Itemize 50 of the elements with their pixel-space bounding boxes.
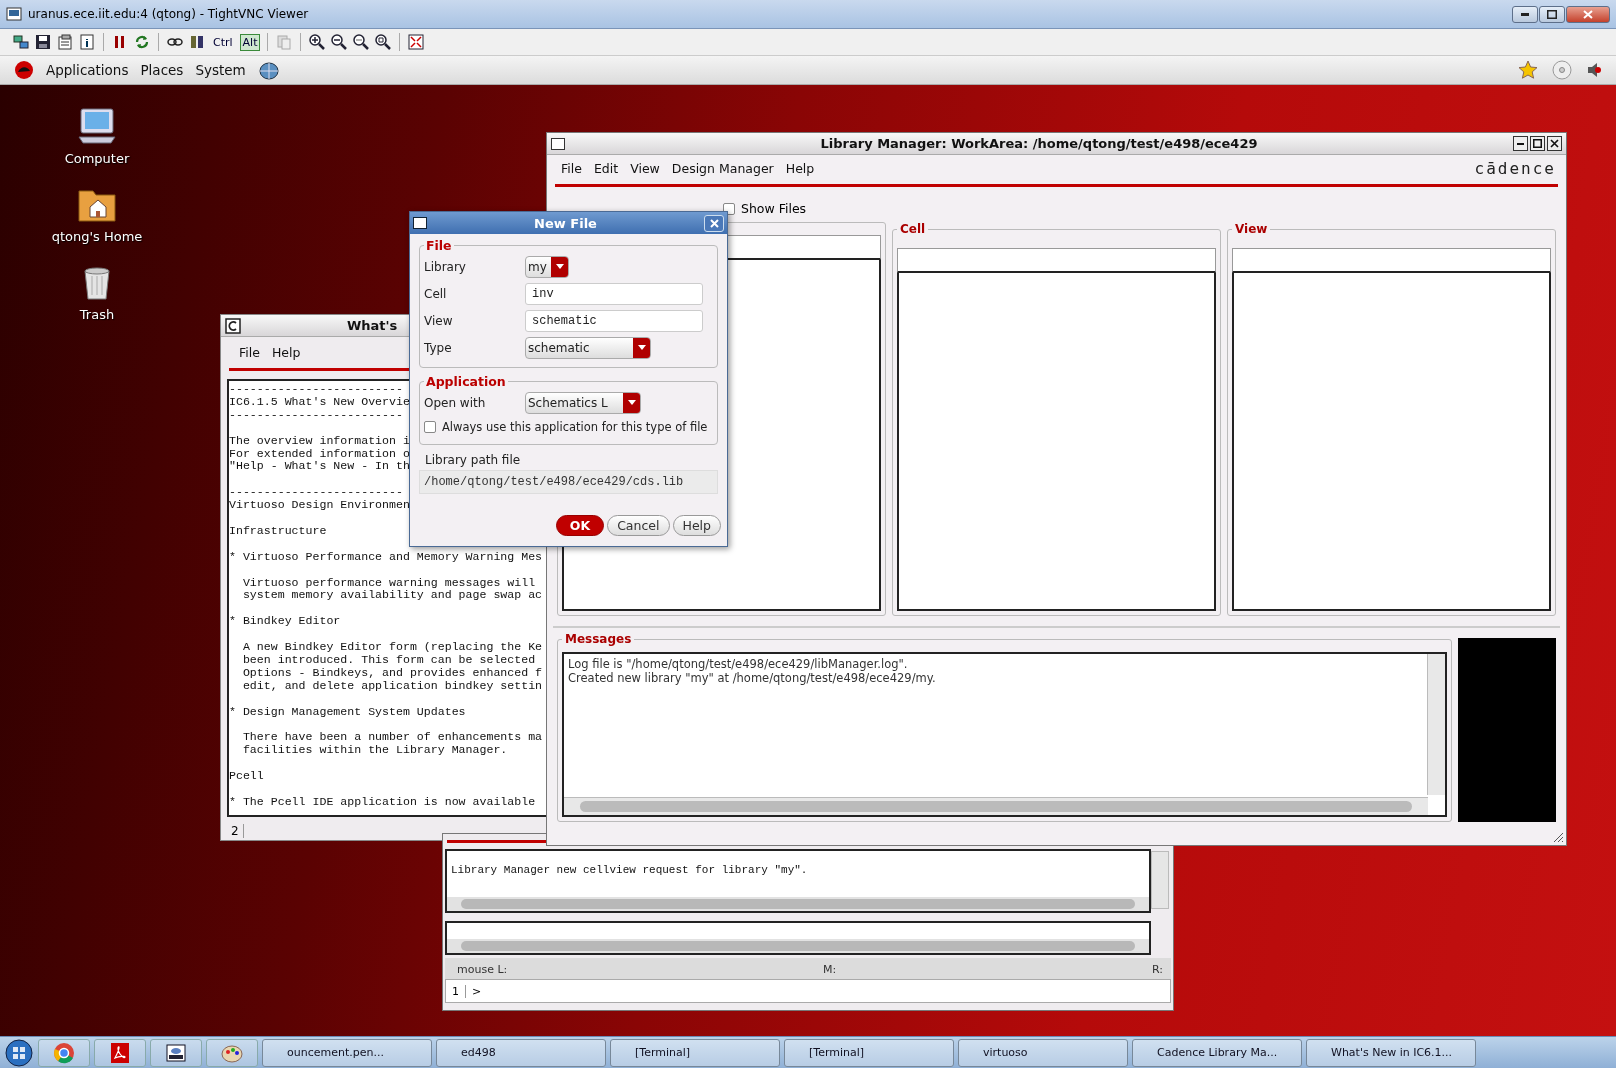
document-line: A new Bindkey Editor form (replacing the Ke [241,641,543,654]
document-line: facilities within the Library Manager. [241,744,508,758]
document-line: Virtuoso Design Environmen [229,499,410,513]
panel-title: Cell [899,222,927,236]
prompt: > [471,984,483,998]
log-line: Created new library "my" at /home/qtong/test/e498/ece429/my. [568,671,937,685]
status-line-number: 2 [227,824,244,838]
window-title: What's [347,318,398,333]
mouse-binding-label: M: [823,963,837,976]
line-number: 1 [446,984,466,998]
document-line: * Bindkey Editor [229,615,341,629]
log-line: Library Manager new cellview request for library "my". [450,863,809,878]
field-label: Cell [424,286,448,301]
field-label: Type [424,340,453,355]
document-line: edit, and delete application bindkey settin [241,679,543,693]
group-title: File [425,238,453,253]
document-line: ------------------------- [229,383,403,396]
document-line: Options - Bindkeys, and provides enhanced f [241,666,543,680]
path-field: /home/qtong/test/e498/ece429/cds.lib [419,470,718,494]
mouse-binding-label: R: [1152,963,1163,976]
dialog-title: New File [534,215,597,231]
group-title: Application [425,374,507,389]
document-line: The overview information i [229,434,410,448]
checkbox-label: Show Files [741,201,807,216]
window-title: uranus.ece.iit.edu:4 (qtong) - TightVNC Viewer [28,7,310,21]
field-label: Library [424,259,467,274]
document-line: * Virtuoso Performance and Memory Warning Mes [229,550,543,564]
field-label: Open with [424,395,487,410]
field-label: View [424,313,454,328]
document-line: There have been a number of enhancements ma [241,731,543,745]
document-line: Pcell [229,770,264,783]
brand-logo: cādence [1474,159,1556,178]
log-line: Log file is "/home/qtong/test/e498/ece429/libManager.log". [568,657,909,671]
document-line: system memory availability and page swap ac [241,589,543,603]
document-line: been introduced. This form can be selected [241,653,536,667]
document-line: IC6.1.5 What's New Overvie [229,395,410,409]
document-line: Infrastructure [229,524,327,538]
panel-title: Messages [564,632,633,646]
document-line: ------------------------- [229,408,403,422]
document-line: "Help - What's New - In th [229,460,410,474]
field-label: Library path file [425,453,522,467]
document-line: Virtuoso performance warning messages will [241,576,536,590]
checkbox-label: Always use this application for this type of file [442,420,708,434]
document-line: For extended information o [229,447,410,461]
window-title: Library Manager: WorkArea: /home/qtong/test/e498/ece429 [820,136,1258,151]
document-line: * Design Management System Updates [229,705,466,719]
panel-title: View [1234,222,1269,236]
document-line: ------------------------- [229,486,403,500]
mouse-binding-label: mouse L: [457,963,508,976]
document-line: * The Pcell IDE application is now available [229,795,536,809]
